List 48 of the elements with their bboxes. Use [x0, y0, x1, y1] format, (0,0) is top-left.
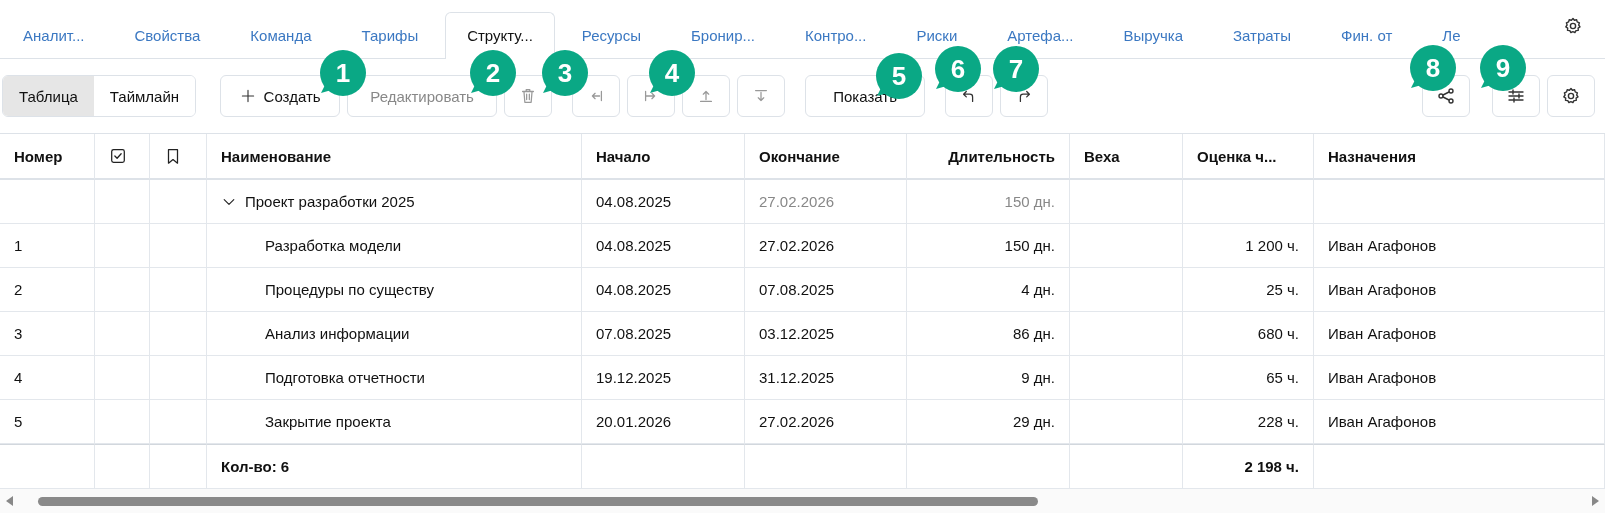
table-cell: 07.08.2025	[745, 268, 907, 312]
table-cell: 4	[0, 356, 95, 400]
task-name: Закрытие проекта	[265, 413, 391, 430]
table-cell: 27.02.2026	[745, 400, 907, 444]
table-cell: 4 дн.	[907, 268, 1070, 312]
table-cell: 9 дн.	[907, 356, 1070, 400]
callout-tooltip: 7	[993, 46, 1039, 92]
table-cell: 03.12.2025	[745, 312, 907, 356]
callout-tooltip: 4	[649, 50, 695, 96]
table-cell: 19.12.2025	[582, 356, 745, 400]
table-cell: 86 дн.	[907, 312, 1070, 356]
callout-tooltip: 9	[1480, 45, 1526, 91]
table-cell: Иван Агафонов	[1314, 268, 1605, 312]
task-name: Анализ информации	[265, 325, 410, 342]
table-cell: 04.08.2025	[582, 224, 745, 268]
callout-tooltip: 8	[1410, 45, 1456, 91]
table-cell: 150 дн.	[907, 224, 1070, 268]
table-cell: 228 ч.	[1183, 400, 1314, 444]
table-cell: 65 ч.	[1183, 356, 1314, 400]
table-cell: 2	[0, 268, 95, 312]
table-cell: Иван Агафонов	[1314, 312, 1605, 356]
table-cell: 25 ч.	[1183, 268, 1314, 312]
table-cell: Иван Агафонов	[1314, 356, 1605, 400]
table-cell: 27.02.2026	[745, 224, 907, 268]
table-cell: Иван Агафонов	[1314, 224, 1605, 268]
table-cell: 31.12.2025	[745, 356, 907, 400]
table-cell: 29 дн.	[907, 400, 1070, 444]
table-cell: 27.02.2026	[745, 180, 907, 224]
table-cell: 04.08.2025	[582, 180, 745, 224]
table-cell: 1	[0, 224, 95, 268]
task-name: Процедуры по существу	[265, 281, 434, 298]
table-cell: 3	[0, 312, 95, 356]
table-cell: 1 200 ч.	[1183, 224, 1314, 268]
table-cell: Кол-во: 6	[207, 444, 582, 489]
table-cell: Иван Агафонов	[1314, 400, 1605, 444]
callout-tooltip: 3	[542, 50, 588, 96]
task-name: Подготовка отчетности	[265, 369, 425, 386]
callout-tooltip: 2	[470, 50, 516, 96]
table-cell: 5	[0, 400, 95, 444]
table-cell: 20.01.2026	[582, 400, 745, 444]
task-name: Проект разработки 2025	[245, 193, 415, 210]
table-cell: 680 ч.	[1183, 312, 1314, 356]
task-name: Разработка модели	[265, 237, 402, 254]
table-cell: 07.08.2025	[582, 312, 745, 356]
callout-tooltip: 1	[320, 50, 366, 96]
table-cell: 150 дн.	[907, 180, 1070, 224]
callout-tooltip: 6	[935, 46, 981, 92]
table-cell: 04.08.2025	[582, 268, 745, 312]
